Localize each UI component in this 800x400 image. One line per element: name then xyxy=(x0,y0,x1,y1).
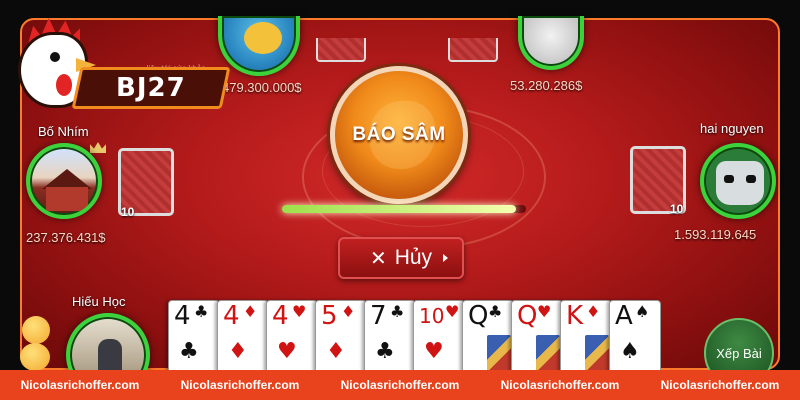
rooster-eye-icon xyxy=(50,52,60,62)
player-money-top-right: 53.280.286$ xyxy=(510,78,583,93)
card-pip-icon: ♣ xyxy=(375,339,395,364)
temple-roof-icon xyxy=(42,169,92,189)
player-hand: 4 ♣ ♣ 4 ♦ ♦ 4 ♥ ♥ 5 ♦ ♦ 7 ♣ ♣ 10 ♥ ♥ Q ♣ Q ♥ K ♦ A ♠ ♠ xyxy=(168,300,698,375)
player-avatar-right[interactable] xyxy=(700,143,776,219)
playing-card[interactable]: 4 ♦ ♦ xyxy=(217,300,269,375)
card-suit-icon: ♦ xyxy=(341,302,356,321)
player-money-top-left: 479.300.000$ xyxy=(222,80,302,95)
emoji-icon[interactable] xyxy=(22,316,50,344)
turn-timer-bar xyxy=(282,205,526,213)
game-frame: ...liêu tới sức khỏe. 479.300.000$ 53.28… xyxy=(0,0,800,400)
watermark-text: Nicolasrichoffer.com xyxy=(180,378,300,392)
card-pip-icon: ♠ xyxy=(620,339,640,364)
watermark-text: Nicolasrichoffer.com xyxy=(340,378,460,392)
card-suit-icon: ♣ xyxy=(390,302,405,321)
card-rank: 7 xyxy=(370,301,387,331)
sort-cards-label: Xếp Bài xyxy=(716,345,762,361)
brand-logo: BJ27 xyxy=(6,12,231,122)
brand-badge: BJ27 xyxy=(71,67,231,109)
player-money-right: 1.593.119.645 xyxy=(674,227,757,242)
card-suit-icon: ♣ xyxy=(488,302,503,321)
rooster-wattle-icon xyxy=(56,74,72,96)
player-money-left: 237.376.431$ xyxy=(26,230,106,245)
card-pip-icon: ♦ xyxy=(326,339,346,364)
card-pip-icon: ♦ xyxy=(228,339,248,364)
card-rank: 5 xyxy=(321,301,338,331)
card-suit-icon: ♦ xyxy=(586,302,601,321)
player-name-right: hai nguyen xyxy=(700,121,764,136)
playing-card[interactable]: 4 ♣ ♣ xyxy=(168,300,220,375)
card-suit-icon: ♣ xyxy=(194,302,209,321)
watermark-footer: Nicolasrichoffer.com Nicolasrichoffer.co… xyxy=(0,370,800,400)
card-suit-icon: ♥ xyxy=(537,302,552,321)
cat-face-icon xyxy=(716,161,764,205)
playing-card[interactable]: 7 ♣ ♣ xyxy=(364,300,416,375)
card-count-left: 10 xyxy=(121,205,135,219)
playing-card[interactable]: 10 ♥ ♥ xyxy=(413,300,465,375)
player-name-bottom: Hiếu Học xyxy=(72,294,126,309)
close-icon: ✕ xyxy=(369,247,387,270)
temple-building-icon xyxy=(46,187,88,211)
card-rank: 10 xyxy=(419,304,445,328)
play-arrow-icon xyxy=(443,254,448,262)
playing-card[interactable]: 5 ♦ ♦ xyxy=(315,300,367,375)
card-rank: Q xyxy=(517,301,538,331)
card-suit-icon: ♥ xyxy=(445,302,460,321)
playing-card[interactable]: 4 ♥ ♥ xyxy=(266,300,318,375)
card-pip-icon: ♣ xyxy=(179,339,199,364)
playing-card[interactable]: Q ♥ xyxy=(511,300,563,375)
playing-card[interactable]: K ♦ xyxy=(560,300,612,375)
card-suit-icon: ♦ xyxy=(243,302,258,321)
card-pip-icon: ♥ xyxy=(424,339,444,364)
card-rank: K xyxy=(566,301,584,331)
cancel-label: Hủy xyxy=(394,246,433,269)
card-suit-icon: ♥ xyxy=(292,302,307,321)
player-avatar-left[interactable] xyxy=(26,143,102,219)
playing-card[interactable]: A ♠ ♠ xyxy=(609,300,661,375)
watermark-text: Nicolasrichoffer.com xyxy=(20,378,140,392)
card-count-right: 10 xyxy=(670,202,684,216)
face-card-art xyxy=(585,335,609,373)
face-card-art xyxy=(536,335,560,373)
player-name-left: Bố Nhím xyxy=(38,124,89,139)
watermark-text: Nicolasrichoffer.com xyxy=(660,378,780,392)
brand-badge-text: BJ27 xyxy=(116,73,186,103)
bao-sam-button[interactable]: BÁO SÂM xyxy=(330,66,468,204)
playing-card[interactable]: Q ♣ xyxy=(462,300,514,375)
card-rank: 4 xyxy=(174,301,191,331)
card-rank: A xyxy=(615,301,633,331)
watermark-text: Nicolasrichoffer.com xyxy=(500,378,620,392)
card-rank: Q xyxy=(468,301,489,331)
cancel-button[interactable]: ✕ Hủy xyxy=(338,237,464,279)
emoji-icon-2[interactable] xyxy=(20,343,50,371)
turn-timer-fill xyxy=(282,205,516,213)
card-back-top-left xyxy=(316,38,366,62)
card-pip-icon: ♥ xyxy=(277,339,297,364)
face-card-art xyxy=(487,335,511,373)
card-back-top-right xyxy=(448,38,498,62)
emoji-face-icon xyxy=(244,22,282,54)
card-suit-icon: ♠ xyxy=(635,302,650,321)
card-rank: 4 xyxy=(223,301,240,331)
bao-sam-label: BÁO SÂM xyxy=(352,124,446,145)
card-rank: 4 xyxy=(272,301,289,331)
